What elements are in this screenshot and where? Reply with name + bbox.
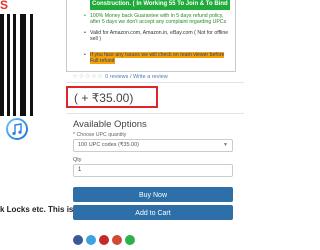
product-details: Construction. ( In Working 55 To Join & …	[66, 0, 250, 250]
itunes-music-icon	[6, 118, 28, 140]
divider	[66, 113, 244, 114]
choose-upc-label: * Choose UPC quantity	[73, 132, 126, 138]
twitter-share-icon[interactable]	[86, 235, 96, 245]
add-to-cart-button[interactable]: Add to Cart	[73, 205, 233, 220]
green-banner-text: Construction. ( In Working 55 To Join & …	[90, 0, 230, 10]
selected-option: 100 UPC codes (₹35.00)	[78, 142, 139, 148]
required-mark: *	[73, 132, 76, 138]
rating-row: ☆☆☆☆☆ 0 reviews / Write a review	[72, 72, 168, 80]
barcode-bar	[30, 14, 33, 116]
whatsapp-share-icon[interactable]	[125, 235, 135, 245]
google-share-icon[interactable]	[112, 235, 122, 245]
reviews-link[interactable]: 0 reviews	[105, 74, 128, 80]
price-text: ( + ₹35.00)	[74, 91, 134, 105]
buy-now-button[interactable]: Buy Now	[73, 187, 233, 202]
brand-logo-fragment: S	[0, 0, 8, 12]
divider	[66, 82, 244, 83]
star-rating-icon: ☆☆☆☆☆	[72, 73, 104, 80]
choose-upc-text: Choose UPC quantity	[76, 132, 127, 138]
price-highlight-box: ( + ₹35.00)	[66, 86, 158, 108]
bullet-valid-for: • Valid for Amazon.com, Amazon.in, eBay.…	[84, 30, 234, 42]
bullet-dot: •	[84, 13, 86, 19]
pinterest-share-icon[interactable]	[99, 235, 109, 245]
barcode-bar	[7, 14, 10, 116]
chevron-down-icon: ▼	[223, 142, 228, 148]
bullet-team-viewer: • If you face any issues we will check o…	[84, 52, 234, 64]
highlighted-text: If you face any issues we will check on …	[90, 52, 225, 64]
write-review-link[interactable]: Write a review	[133, 74, 168, 80]
bullet-text: 100% Money back Guarantee with in 5 days…	[90, 13, 227, 25]
barcode-bar	[20, 14, 26, 116]
qty-input[interactable]: 1	[73, 164, 233, 177]
upc-quantity-select[interactable]: 100 UPC codes (₹35.00) ▼	[73, 139, 233, 152]
qty-label: Qty	[73, 157, 82, 163]
product-image-area[interactable]: S k Locks etc. This is a	[0, 0, 80, 250]
bullet-refund-policy: • 100% Money back Guarantee with in 5 da…	[84, 13, 234, 25]
bullet-dot: •	[84, 30, 86, 36]
barcode-bar	[0, 14, 4, 116]
bullet-text: Valid for Amazon.com, Amazon.in, eBay.co…	[90, 30, 229, 42]
rating-separator: /	[129, 74, 132, 80]
bullet-dot: •	[84, 52, 86, 58]
social-share-row	[73, 235, 135, 245]
available-options-title: Available Options	[73, 119, 147, 130]
barcode-bar	[13, 14, 16, 116]
facebook-share-icon[interactable]	[73, 235, 83, 245]
